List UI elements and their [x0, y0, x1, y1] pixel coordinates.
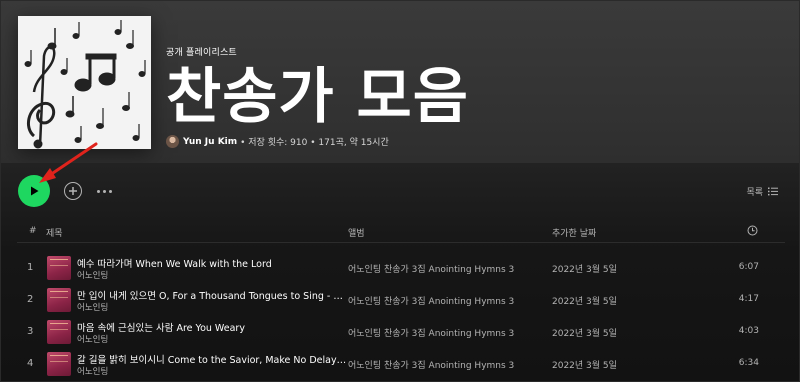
track-number: 2	[27, 294, 34, 305]
ellipsis-icon	[97, 189, 100, 193]
album-art-thumbnail	[47, 288, 71, 312]
album-art-thumbnail	[47, 256, 71, 280]
playlist-stats: • 저장 횟수: 910 • 171곡, 약 15시간	[240, 138, 389, 148]
artist-link[interactable]: 어노인팅	[77, 301, 108, 313]
date-added: 2022년 3월 5일	[552, 361, 617, 371]
track-duration: 6:34	[738, 358, 759, 368]
playlist-cover-image	[18, 16, 151, 149]
ellipsis-dot	[103, 189, 106, 193]
add-to-library-button[interactable]	[64, 182, 82, 200]
track-duration: 4:17	[738, 294, 759, 304]
track-row[interactable]: 4 갈 길을 밝히 보이시니 Come to the Savior, Make …	[17, 349, 785, 379]
track-title-link[interactable]: 마음 속에 근심있는 사람 Are You Weary	[77, 320, 347, 334]
artist-link[interactable]: 어노인팅	[77, 365, 108, 377]
track-number: 4	[27, 358, 34, 369]
more-options-button[interactable]	[97, 182, 112, 200]
track-row[interactable]: 3 마음 속에 근심있는 사람 Are You Weary 어노인팅 어노인팅 …	[17, 317, 785, 347]
playlist-byline: Yun Ju Kim • 저장 횟수: 910 • 171곡, 약 15시간	[166, 135, 389, 148]
playlist-meta: 공개 플레이리스트 찬송가 모음 Yun Ju Kim • 저장 횟수: 910…	[166, 45, 786, 148]
play-icon	[31, 186, 39, 196]
playlist-type-label: 공개 플레이리스트	[166, 48, 237, 58]
ellipsis-dot	[109, 189, 112, 193]
owner-avatar[interactable]	[166, 135, 179, 148]
duration-clock-icon[interactable]	[747, 225, 758, 239]
date-added: 2022년 3월 5일	[552, 297, 617, 307]
track-duration: 6:07	[738, 262, 759, 272]
spotify-playlist-window: 공개 플레이리스트 찬송가 모음 Yun Ju Kim • 저장 횟수: 910…	[0, 0, 800, 382]
album-link[interactable]: 어노인팅 찬송가 3집 Anointing Hymns 3	[348, 358, 514, 371]
playlist-header: 공개 플레이리스트 찬송가 모음 Yun Ju Kim • 저장 횟수: 910…	[1, 1, 799, 163]
header-number[interactable]: #	[29, 226, 37, 236]
track-row[interactable]: 1 예수 따라가며 When We Walk with the Lord 어노인…	[17, 253, 785, 283]
play-button[interactable]	[18, 175, 50, 207]
view-mode-label: 목록	[746, 188, 763, 198]
track-number: 1	[27, 262, 34, 273]
header-album[interactable]: 앨범	[348, 226, 365, 239]
album-art-thumbnail	[47, 352, 71, 376]
track-row[interactable]: 2 만 입이 내게 있으면 O, For a Thousand Tongues …	[17, 285, 785, 315]
owner-name-link[interactable]: Yun Ju Kim	[183, 137, 237, 147]
plus-icon	[69, 187, 77, 195]
header-title[interactable]: 제목	[46, 226, 63, 239]
track-duration: 4:03	[738, 326, 759, 336]
track-title-link[interactable]: 예수 따라가며 When We Walk with the Lord	[77, 256, 347, 270]
track-title-link[interactable]: 갈 길을 밝히 보이시니 Come to the Savior, Make No…	[77, 352, 347, 366]
track-number: 3	[27, 326, 34, 337]
track-title-link[interactable]: 만 입이 내게 있으면 O, For a Thousand Tongues to…	[77, 288, 347, 302]
album-link[interactable]: 어노인팅 찬송가 3집 Anointing Hymns 3	[348, 326, 514, 339]
list-icon	[768, 187, 778, 196]
artist-link[interactable]: 어노인팅	[77, 269, 108, 281]
header-date-added[interactable]: 추가한 날짜	[552, 226, 596, 239]
date-added: 2022년 3월 5일	[552, 265, 617, 275]
album-link[interactable]: 어노인팅 찬송가 3집 Anointing Hymns 3	[348, 262, 514, 275]
track-table-header: # 제목 앨범 추가한 날짜	[17, 223, 785, 243]
album-link[interactable]: 어노인팅 찬송가 3집 Anointing Hymns 3	[348, 294, 514, 307]
album-art-thumbnail	[47, 320, 71, 344]
view-mode-toggle[interactable]: 목록	[746, 185, 778, 198]
date-added: 2022년 3월 5일	[552, 329, 617, 339]
playlist-title: 찬송가 모음	[166, 62, 469, 132]
artist-link[interactable]: 어노인팅	[77, 333, 108, 345]
